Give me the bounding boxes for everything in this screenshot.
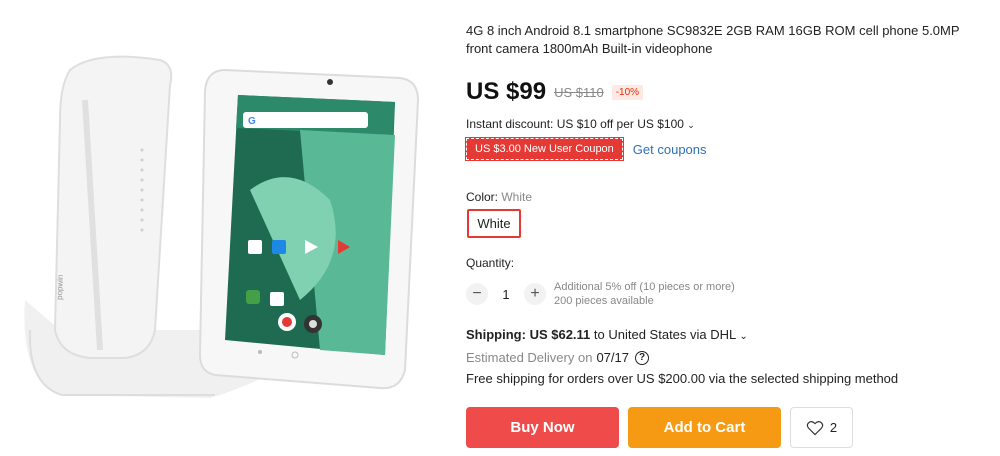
chevron-down-icon: ⌄: [739, 331, 748, 342]
current-price: US $99: [466, 78, 547, 105]
shipping-label: Shipping:: [466, 327, 526, 342]
estimated-delivery-date: 07/17: [596, 350, 629, 365]
price-row: US $99 US $110 -10%: [466, 78, 644, 106]
wishlist-count: 2: [829, 420, 838, 435]
decrease-quantity-button[interactable]: −: [466, 283, 488, 305]
quantity-stepper: − 1 + Additional 5% off (10 pieces or mo…: [466, 280, 735, 308]
add-to-cart-button[interactable]: Add to Cart: [628, 407, 781, 448]
color-selected-value: White: [501, 190, 533, 204]
stock-note: 200 pieces available: [554, 295, 654, 307]
product-image[interactable]: G popwin: [0, 0, 455, 451]
estimated-delivery-label: Estimated Delivery on: [466, 350, 593, 365]
free-shipping-note: Free shipping for orders over US $200.00…: [466, 371, 899, 386]
color-label-text: Color:: [466, 190, 499, 204]
coupon-row: US $3.00 New User Coupon Get coupons: [465, 137, 707, 161]
svg-text:G: G: [248, 116, 256, 127]
estimated-delivery: Estimated Delivery on 07/17 ?: [466, 350, 649, 365]
wishlist-button[interactable]: 2: [790, 407, 853, 448]
shipping-price: US $62.11: [529, 327, 591, 342]
bulk-discount-note: Additional 5% off (10 pieces or more): [554, 281, 735, 293]
quantity-label: Quantity:: [466, 256, 515, 270]
buy-now-button[interactable]: Buy Now: [466, 407, 619, 448]
discount-badge: -10%: [611, 84, 644, 100]
original-price: US $110: [554, 84, 604, 100]
product-title: 4G 8 inch Android 8.1 smartphone SC9832E…: [466, 23, 960, 56]
shipping-destination: to United States via DHL: [593, 327, 736, 342]
shipping-info[interactable]: Shipping: US $62.11 to United States via…: [466, 327, 748, 342]
increase-quantity-button[interactable]: +: [524, 283, 546, 305]
heart-icon: [806, 420, 824, 435]
quantity-note: Additional 5% off (10 pieces or more) 20…: [554, 280, 735, 308]
color-option-white[interactable]: White: [467, 209, 521, 238]
brand-logo: popwin: [55, 274, 65, 300]
chevron-down-icon: ⌄: [687, 120, 695, 130]
new-user-coupon[interactable]: US $3.00 New User Coupon: [465, 137, 624, 161]
instant-discount[interactable]: Instant discount: US $10 off per US $100…: [466, 117, 695, 131]
quantity-value[interactable]: 1: [488, 287, 524, 302]
get-coupons-link[interactable]: Get coupons: [633, 142, 707, 157]
color-label: Color: White: [466, 190, 532, 204]
instant-discount-text: Instant discount: US $10 off per US $100: [466, 117, 684, 131]
product-info: 4G 8 inch Android 8.1 smartphone SC9832E…: [465, 0, 996, 451]
help-icon[interactable]: ?: [635, 350, 649, 365]
